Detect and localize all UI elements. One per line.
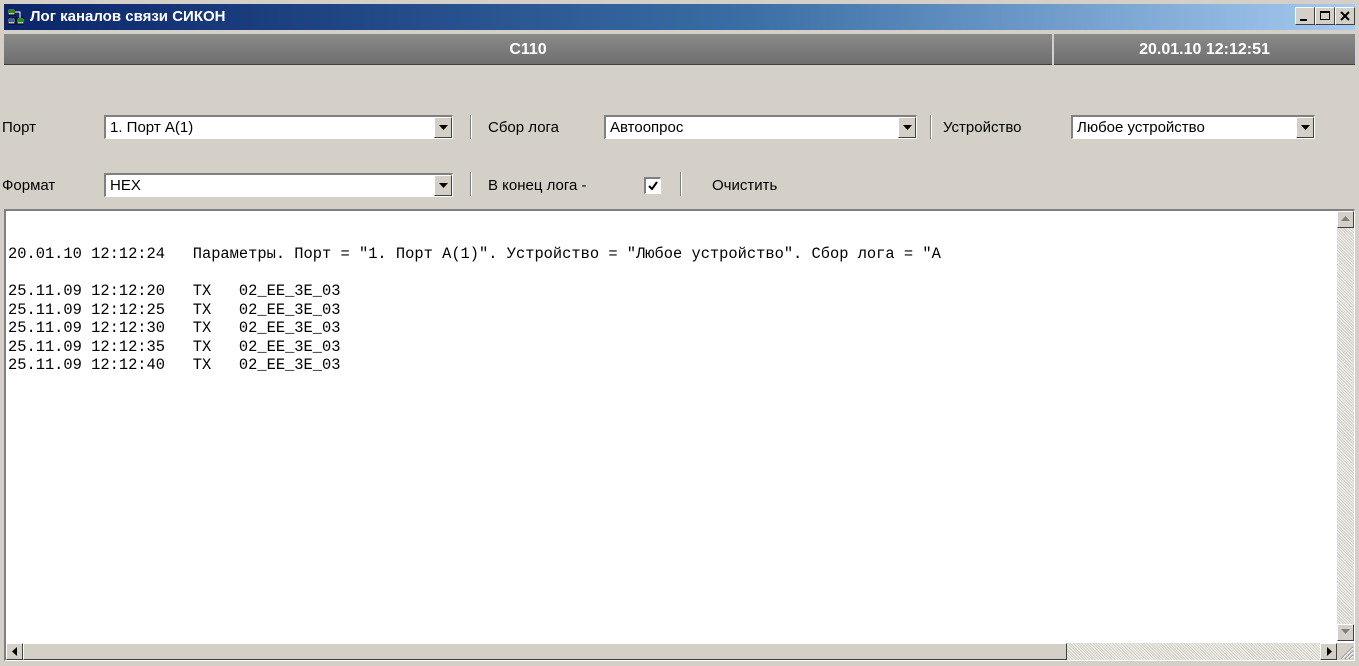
port-label: Порт [2,119,37,136]
format-select-value: HEX [110,177,141,194]
device-select[interactable]: Любое устройство [1071,115,1315,139]
port-select-value: 1. Порт А(1) [110,119,194,136]
toolbar-separator [470,115,472,139]
format-select-dropdown-button[interactable] [434,175,452,196]
resize-grip[interactable] [1337,643,1354,660]
minimize-icon [1300,19,1307,21]
window-title: Лог каналов связи СИКОН [30,8,226,25]
log-line: 25.11.09 12:12:20 TX 02_EE_3E_03 [8,282,341,300]
log-text-area[interactable]: 20.01.10 12:12:24 Параметры. Порт = "1. … [4,209,1355,661]
minimize-button[interactable] [1295,7,1315,25]
chevron-down-icon [1301,125,1310,130]
scroll-right-button[interactable] [1320,643,1337,660]
close-button[interactable] [1335,7,1355,25]
log-window: Лог каналов связи СИКОН С110 20.01.10 12… [0,0,1359,666]
horizontal-scroll-thumb[interactable] [23,643,1067,660]
checkmark-icon [648,181,658,191]
toolbar-separator [470,172,472,196]
port-select[interactable]: 1. Порт А(1) [104,115,453,139]
device-select-dropdown-button[interactable] [1296,117,1314,138]
log-line: 20.01.10 12:12:24 Параметры. Порт = "1. … [8,245,941,263]
format-select[interactable]: HEX [104,173,453,197]
log-line: 25.11.09 12:12:35 TX 02_EE_3E_03 [8,337,341,356]
title-bar[interactable]: Лог каналов связи СИКОН [4,4,1355,30]
network-icon [8,9,24,25]
arrow-right-icon [1327,647,1332,656]
maximize-button[interactable] [1315,7,1335,25]
device-label: Устройство [943,119,1022,136]
collect-log-dropdown-button[interactable] [898,117,916,138]
format-label: Формат [2,177,56,194]
collect-log-select[interactable]: Автоопрос [604,115,917,139]
toolbar-separator [680,172,682,196]
arrow-up-icon [1341,216,1350,221]
close-icon [1340,11,1350,21]
resize-grip-icon [1340,646,1354,660]
horizontal-scrollbar[interactable] [6,643,1337,660]
chevron-down-icon [439,125,448,130]
collect-log-label: Сбор лога [488,119,560,136]
maximize-icon [1320,11,1330,20]
arrow-down-icon [1341,629,1350,634]
clear-button[interactable]: Очистить [712,176,777,196]
log-lines: 20.01.10 12:12:24 Параметры. Порт = "1. … [8,245,941,375]
to-end-of-log-label: В конец лога - [488,177,587,194]
scroll-up-button[interactable] [1337,211,1354,228]
collect-log-select-value: Автоопрос [610,119,684,136]
log-line: 25.11.09 12:12:25 TX 02_EE_3E_03 [8,300,341,319]
datetime-header: 20.01.10 12:12:51 [1054,34,1355,65]
device-select-value: Любое устройство [1077,119,1205,136]
chevron-down-icon [439,183,448,188]
to-end-of-log-checkbox[interactable] [644,177,661,194]
toolbar-separator [930,115,932,139]
scroll-down-button[interactable] [1337,624,1354,641]
vertical-scrollbar[interactable] [1337,211,1354,641]
scroll-left-button[interactable] [6,643,23,660]
arrow-left-icon [12,647,17,656]
device-name-header: С110 [4,34,1052,65]
log-line: 25.11.09 12:12:30 TX 02_EE_3E_03 [8,319,341,337]
log-line: 25.11.09 12:12:40 TX 02_EE_3E_03 [8,356,341,374]
port-select-dropdown-button[interactable] [434,117,452,138]
chevron-down-icon [903,125,912,130]
